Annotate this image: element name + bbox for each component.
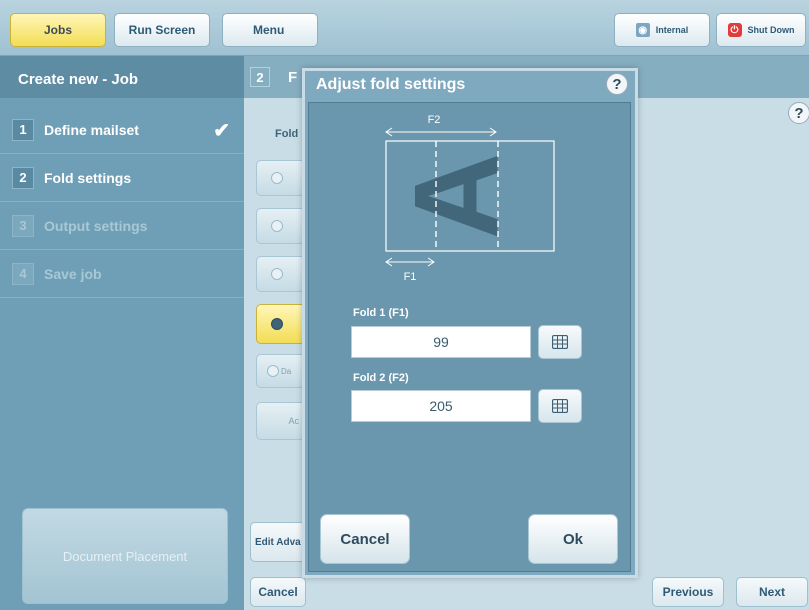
dialog-title: Adjust fold settings	[316, 76, 466, 93]
internal-label: Internal	[655, 25, 689, 35]
option-label: Da	[281, 366, 292, 376]
tab-jobs[interactable]: Jobs	[10, 13, 106, 47]
edit-advanced-label: Edit Adva	[255, 536, 301, 548]
radio-icon	[271, 172, 283, 184]
fold-option-1[interactable]	[256, 160, 306, 196]
radio-selected-icon	[271, 318, 283, 330]
help-icon[interactable]: ?	[788, 102, 809, 124]
fold-option-4-selected[interactable]	[256, 304, 306, 344]
sidebar-title: Create new - Job	[0, 56, 244, 98]
next-button[interactable]: Next	[736, 577, 808, 607]
cancel-label: Cancel	[258, 585, 298, 599]
dialog-cancel-label: Cancel	[340, 530, 390, 548]
sidebar-item-label: Save job	[44, 265, 102, 282]
power-icon: ⏻	[727, 23, 742, 37]
fold-option-5[interactable]: Da	[256, 354, 306, 388]
fold1-value: 99	[433, 334, 449, 350]
sidebar-item-label: Output settings	[44, 217, 148, 234]
edit-advanced-button[interactable]: Edit Adva	[250, 522, 306, 562]
step-number: 1	[12, 118, 34, 141]
step-number: 2	[12, 166, 34, 189]
previous-button[interactable]: Previous	[652, 577, 724, 607]
f1-arrow	[385, 257, 435, 267]
keypad-icon	[552, 335, 568, 349]
sidebar-item-save-job: 4 Save job	[0, 250, 244, 298]
tab-jobs-label: Jobs	[43, 23, 72, 37]
fold-option-2[interactable]	[256, 208, 306, 244]
fold-label: Fold	[275, 128, 299, 140]
document-placement-button: Document Placement	[22, 508, 228, 604]
tab-run-screen-label: Run Screen	[128, 23, 196, 37]
shutdown-button[interactable]: ⏻ Shut Down	[716, 13, 806, 47]
radio-icon	[267, 365, 279, 377]
fold-diagram: F2 A F1	[385, 114, 555, 283]
cancel-button[interactable]: Cancel	[250, 577, 306, 607]
tab-menu[interactable]: Menu	[222, 13, 318, 47]
step-number: 2	[250, 67, 270, 87]
main-title: F	[288, 69, 298, 86]
fold2-keypad-button[interactable]	[538, 389, 582, 423]
step-number: 3	[12, 214, 34, 237]
fold2-value: 205	[429, 398, 453, 414]
sidebar-item-output-settings: 3 Output settings	[0, 202, 244, 250]
radio-icon	[271, 268, 283, 280]
f1-label: F1	[404, 271, 417, 283]
dialog-ok-button[interactable]: Ok	[528, 514, 618, 564]
fold1-label: Fold 1 (F1)	[353, 307, 409, 319]
advanced-label: Ac	[288, 416, 299, 426]
previous-label: Previous	[662, 585, 714, 599]
internal-button[interactable]: ◉ Internal	[614, 13, 710, 47]
document-placement-label: Document Placement	[62, 548, 188, 564]
radio-icon	[271, 220, 283, 232]
sidebar-item-label: Fold settings	[44, 169, 132, 186]
dialog-ok-label: Ok	[562, 530, 583, 548]
paper-letter: A	[390, 153, 524, 240]
f2-label: F2	[428, 114, 441, 126]
tab-menu-label: Menu	[253, 23, 285, 37]
sidebar-item-fold-settings[interactable]: 2 Fold settings	[0, 154, 244, 202]
fold1-input[interactable]: 99	[351, 326, 531, 358]
user-icon: ◉	[635, 23, 650, 37]
fold2-label: Fold 2 (F2)	[353, 372, 409, 384]
dialog-help-icon[interactable]: ?	[606, 73, 628, 95]
sidebar-item-define-mailset[interactable]: 1 Define mailset ✔	[0, 106, 244, 154]
dialog-cancel-button[interactable]: Cancel	[320, 514, 410, 564]
fold1-keypad-button[interactable]	[538, 325, 582, 359]
advanced-button[interactable]: Ac	[256, 402, 306, 440]
keypad-icon	[552, 399, 568, 413]
checkmark-icon: ✔	[213, 120, 230, 142]
tab-run-screen[interactable]: Run Screen	[114, 13, 210, 47]
shutdown-label: Shut Down	[747, 25, 795, 35]
sidebar-item-label: Define mailset	[44, 121, 139, 138]
fold-option-3[interactable]	[256, 256, 306, 292]
fold2-input[interactable]: 205	[351, 390, 531, 422]
next-label: Next	[758, 585, 785, 599]
step-number: 4	[12, 262, 34, 285]
f2-arrow	[385, 127, 497, 137]
